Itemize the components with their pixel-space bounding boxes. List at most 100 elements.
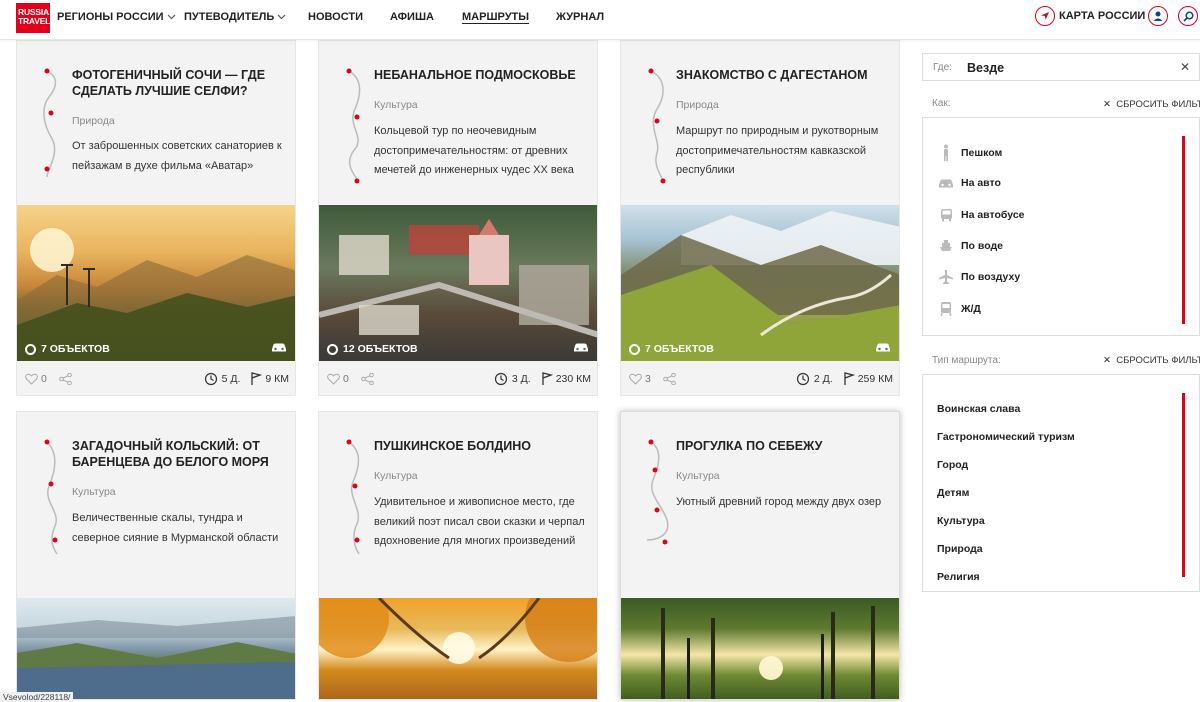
likes-count: 3 <box>645 373 651 385</box>
route-distance: 9 КМ <box>250 372 289 386</box>
user-account-button[interactable] <box>1148 6 1168 26</box>
card-title[interactable]: ПУШКИНСКОЕ БОЛДИНО <box>374 438 584 454</box>
search-icon <box>1182 10 1194 22</box>
objects-count-label: 7 ОБЪЕКТОВ <box>645 343 714 355</box>
how-item-rail[interactable]: Ж/Д <box>937 301 981 317</box>
chevron-down-icon <box>167 14 176 20</box>
how-item-label: Пешком <box>961 147 1003 159</box>
like-button[interactable]: 0 <box>25 373 47 385</box>
card-category: Культура <box>676 470 720 482</box>
car-icon <box>876 343 890 352</box>
how-item-air[interactable]: По воздуху <box>937 270 1020 284</box>
share-icon[interactable] <box>361 373 374 385</box>
nav-guide[interactable]: ПУТЕВОДИТЕЛЬ <box>184 11 308 23</box>
card-image-sochi[interactable]: 7 ОБЪЕКТОВ <box>17 205 295 361</box>
reset-filters-type[interactable]: ✕ СБРОСИТЬ ФИЛЬТРЫ <box>1103 355 1200 366</box>
russia-map-link[interactable]: КАРТА РОССИИ <box>1035 6 1145 26</box>
card-image-sebezh[interactable] <box>621 598 899 699</box>
card-title[interactable]: ЗАГАДОЧНЫЙ КОЛЬСКИЙ: ОТ БАРЕНЦЕВА ДО БЕЛ… <box>72 438 282 470</box>
card-description: Кольцевой тур по неочевидным достопримеч… <box>374 125 574 176</box>
flag-icon <box>251 372 263 385</box>
where-filter[interactable]: Где: Везде ✕ <box>922 53 1200 81</box>
how-item-walk[interactable]: Пешком <box>937 144 1002 162</box>
clear-icon[interactable]: ✕ <box>1180 60 1190 74</box>
card-image-dagestan[interactable]: 7 ОБЪЕКТОВ <box>621 205 899 361</box>
share-icon[interactable] <box>663 373 676 385</box>
where-value[interactable]: Везде <box>967 61 1004 75</box>
card-description: Величественные скалы, тундра и северное … <box>72 512 279 544</box>
card-title[interactable]: ЗНАКОМСТВО С ДАГЕСТАНОМ <box>676 67 886 83</box>
distance-value: 230 КМ <box>555 373 591 385</box>
share-icon[interactable] <box>59 373 72 385</box>
reset-filters-label: СБРОСИТЬ ФИЛЬТРЫ <box>1116 99 1200 110</box>
route-type-list: Воинская слава Гастрономический туризм Г… <box>922 374 1200 592</box>
card-image-boldino[interactable] <box>319 598 597 699</box>
site-header: RUSSIA TRAVEL РЕГИОНЫ РОССИИ ПУТЕВОДИТЕЛ… <box>0 0 1200 40</box>
route-card-kola[interactable]: ЗАГАДОЧНЫЙ КОЛЬСКИЙ: ОТ БАРЕНЦЕВА ДО БЕЛ… <box>16 411 296 700</box>
how-list-scrollbar[interactable] <box>1182 136 1185 324</box>
nav-events[interactable]: АФИША <box>390 11 462 23</box>
main-nav: РЕГИОНЫ РОССИИ ПУТЕВОДИТЕЛЬ НОВОСТИ АФИШ… <box>57 0 604 34</box>
route-duration: 3 Д. <box>494 372 531 386</box>
reset-filters-label: СБРОСИТЬ ФИЛЬТРЫ <box>1116 355 1200 366</box>
route-card-dagestan[interactable]: ЗНАКОМСТВО С ДАГЕСТАНОМ Природа Маршрут … <box>620 40 900 396</box>
card-footer: 0 5 Д. 9 КМ <box>17 361 295 395</box>
navigation-arrow-icon <box>1035 6 1055 26</box>
card-title[interactable]: ПРОГУЛКА ПО СЕБЕЖУ <box>676 438 886 454</box>
how-item-car[interactable]: На авто <box>937 177 1001 189</box>
train-icon <box>940 302 952 317</box>
bus-icon <box>940 209 952 222</box>
route-type-scrollbar[interactable] <box>1182 393 1185 577</box>
nav-regions-label: РЕГИОНЫ РОССИИ <box>57 11 164 23</box>
how-item-water[interactable]: По воде <box>937 239 1003 252</box>
mountain-valley-decor <box>621 211 899 361</box>
heart-icon <box>25 373 38 385</box>
russia-travel-logo[interactable]: RUSSIA TRAVEL <box>16 3 50 33</box>
nav-news[interactable]: НОВОСТИ <box>308 11 390 23</box>
distance-value: 9 КМ <box>265 373 289 385</box>
logo-line-2: TRAVEL <box>18 16 51 26</box>
card-image-kola[interactable] <box>17 598 295 699</box>
route-duration: 5 Д. <box>204 372 240 386</box>
route-card-boldino[interactable]: ПУШКИНСКОЕ БОЛДИНО Культура Удивительное… <box>318 411 598 700</box>
duration-value: 3 Д. <box>511 373 531 385</box>
card-category: Культура <box>374 470 418 482</box>
card-image-podmoskovye[interactable]: 12 ОБЪЕКТОВ <box>319 205 597 361</box>
route-duration: 2 Д. <box>796 372 833 386</box>
objects-count: 7 ОБЪЕКТОВ <box>25 343 110 355</box>
route-type-item[interactable]: Природа <box>937 543 983 555</box>
car-icon <box>939 179 953 187</box>
card-title[interactable]: ФОТОГЕНИЧНЫЙ СОЧИ — ГДЕ СДЕЛАТЬ ЛУЧШИЕ С… <box>72 67 282 99</box>
card-category: Культура <box>374 99 418 111</box>
nav-regions[interactable]: РЕГИОНЫ РОССИИ <box>57 11 184 23</box>
walking-person-icon <box>944 144 948 161</box>
like-button[interactable]: 3 <box>629 373 651 385</box>
route-type-item[interactable]: Культура <box>937 515 985 527</box>
mountain-landscape-decor <box>17 228 295 361</box>
card-footer: 3 2 Д. 259 КМ <box>621 361 899 395</box>
nav-routes[interactable]: МАРШРУТЫ <box>462 11 556 23</box>
route-card-podmoskovye[interactable]: НЕБАНАЛЬНОЕ ПОДМОСКОВЬЕ Культура Кольцев… <box>318 40 598 396</box>
objects-count: 12 ОБЪЕКТОВ <box>327 343 418 355</box>
lake-landscape-decor <box>17 616 295 699</box>
car-icon <box>272 343 286 352</box>
route-type-item[interactable]: Город <box>937 459 968 471</box>
search-button[interactable] <box>1178 6 1198 26</box>
objects-circle-icon <box>25 343 36 355</box>
route-type-item[interactable]: Религия <box>937 571 980 583</box>
heart-icon <box>629 373 642 385</box>
likes-count: 0 <box>41 373 47 385</box>
how-item-bus[interactable]: На автобусе <box>937 208 1025 222</box>
like-button[interactable]: 0 <box>327 373 349 385</box>
how-item-label: По воздуху <box>961 271 1021 283</box>
likes-count: 0 <box>343 373 349 385</box>
route-card-sochi[interactable]: ФОТОГЕНИЧНЫЙ СОЧИ — ГДЕ СДЕЛАТЬ ЛУЧШИЕ С… <box>16 40 296 396</box>
route-type-item[interactable]: Воинская слава <box>937 403 1020 415</box>
route-type-item[interactable]: Гастрономический туризм <box>937 431 1075 443</box>
card-title[interactable]: НЕБАНАЛЬНОЕ ПОДМОСКОВЬЕ <box>374 67 584 83</box>
route-type-item[interactable]: Детям <box>937 487 969 499</box>
reset-filters-how[interactable]: ✕ СБРОСИТЬ ФИЛЬТРЫ <box>1103 99 1200 110</box>
nav-journal[interactable]: ЖУРНАЛ <box>556 11 604 23</box>
route-card-sebezh[interactable]: ПРОГУЛКА ПО СЕБЕЖУ Культура Уютный древн… <box>620 411 900 700</box>
clock-icon <box>204 372 217 386</box>
